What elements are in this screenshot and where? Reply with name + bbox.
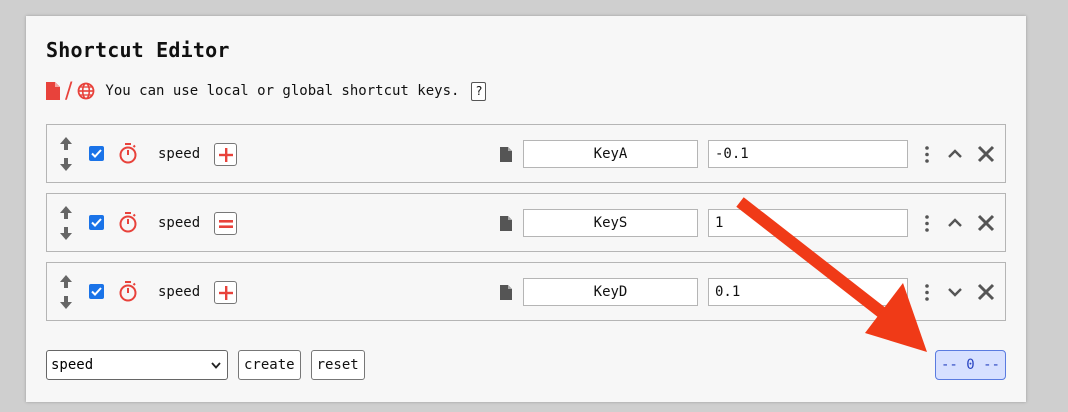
chevron-up-icon[interactable] bbox=[946, 145, 964, 163]
arrow-up-icon[interactable] bbox=[60, 206, 72, 219]
globe-icon bbox=[78, 82, 95, 100]
checkmark-icon bbox=[91, 149, 102, 158]
close-icon[interactable] bbox=[976, 282, 996, 302]
key-input[interactable] bbox=[523, 209, 698, 237]
reorder-handle[interactable] bbox=[56, 137, 76, 171]
checkmark-icon bbox=[91, 287, 102, 296]
local-scope-icon[interactable] bbox=[500, 147, 512, 162]
command-label: speed bbox=[158, 215, 201, 231]
key-input[interactable] bbox=[523, 140, 698, 168]
shortcut-row: speed bbox=[46, 124, 1006, 183]
more-options-icon[interactable] bbox=[920, 213, 934, 234]
stopwatch-icon bbox=[119, 143, 137, 164]
footer-controls: speed create reset bbox=[46, 350, 365, 380]
local-file-icon bbox=[46, 82, 60, 100]
enable-checkbox[interactable] bbox=[89, 215, 104, 230]
arrow-down-icon[interactable] bbox=[60, 296, 72, 309]
command-label: speed bbox=[158, 284, 201, 300]
shortcut-scope-info: / You can use local or global shortcut k… bbox=[46, 78, 487, 104]
reset-button[interactable]: reset bbox=[310, 350, 365, 380]
command-label: speed bbox=[158, 146, 201, 162]
page-title: Shortcut Editor bbox=[46, 38, 230, 62]
command-select[interactable]: speed bbox=[46, 350, 228, 380]
value-input[interactable] bbox=[708, 140, 908, 168]
arrow-up-icon[interactable] bbox=[60, 275, 72, 288]
equals-icon bbox=[218, 219, 233, 228]
stopwatch-icon bbox=[119, 281, 137, 302]
chevron-down-icon[interactable] bbox=[946, 283, 964, 301]
enable-checkbox[interactable] bbox=[89, 146, 104, 161]
operator-plus-button[interactable] bbox=[214, 281, 237, 304]
local-scope-icon[interactable] bbox=[500, 216, 512, 231]
command-select-value: speed bbox=[51, 357, 94, 373]
plus-icon bbox=[218, 147, 233, 162]
close-icon[interactable] bbox=[976, 144, 996, 164]
plus-icon bbox=[218, 285, 233, 300]
create-button[interactable]: create bbox=[238, 350, 301, 380]
more-options-icon[interactable] bbox=[920, 282, 934, 303]
shortcut-editor-panel: Shortcut Editor / You can use local or g… bbox=[26, 16, 1026, 402]
chevron-up-icon[interactable] bbox=[946, 214, 964, 232]
arrow-up-icon[interactable] bbox=[60, 137, 72, 150]
operator-plus-button[interactable] bbox=[214, 143, 237, 166]
checkmark-icon bbox=[91, 218, 102, 227]
value-input[interactable] bbox=[708, 209, 908, 237]
help-button[interactable]: ? bbox=[471, 81, 487, 101]
reorder-handle[interactable] bbox=[56, 206, 76, 240]
operator-equals-button[interactable] bbox=[214, 212, 237, 235]
arrow-down-icon[interactable] bbox=[60, 158, 72, 171]
chevron-down-icon bbox=[211, 361, 221, 369]
local-scope-icon[interactable] bbox=[500, 285, 512, 300]
shortcut-row: speed bbox=[46, 262, 1006, 321]
enable-checkbox[interactable] bbox=[89, 284, 104, 299]
key-input[interactable] bbox=[523, 278, 698, 306]
counter-button[interactable]: -- 0 -- bbox=[935, 350, 1006, 380]
reorder-handle[interactable] bbox=[56, 275, 76, 309]
scope-separator: / bbox=[65, 78, 73, 104]
scope-description: You can use local or global shortcut key… bbox=[105, 83, 460, 99]
arrow-down-icon[interactable] bbox=[60, 227, 72, 240]
stopwatch-icon bbox=[119, 212, 137, 233]
shortcut-row: speed bbox=[46, 193, 1006, 252]
close-icon[interactable] bbox=[976, 213, 996, 233]
value-input[interactable] bbox=[708, 278, 908, 306]
more-options-icon[interactable] bbox=[920, 144, 934, 165]
